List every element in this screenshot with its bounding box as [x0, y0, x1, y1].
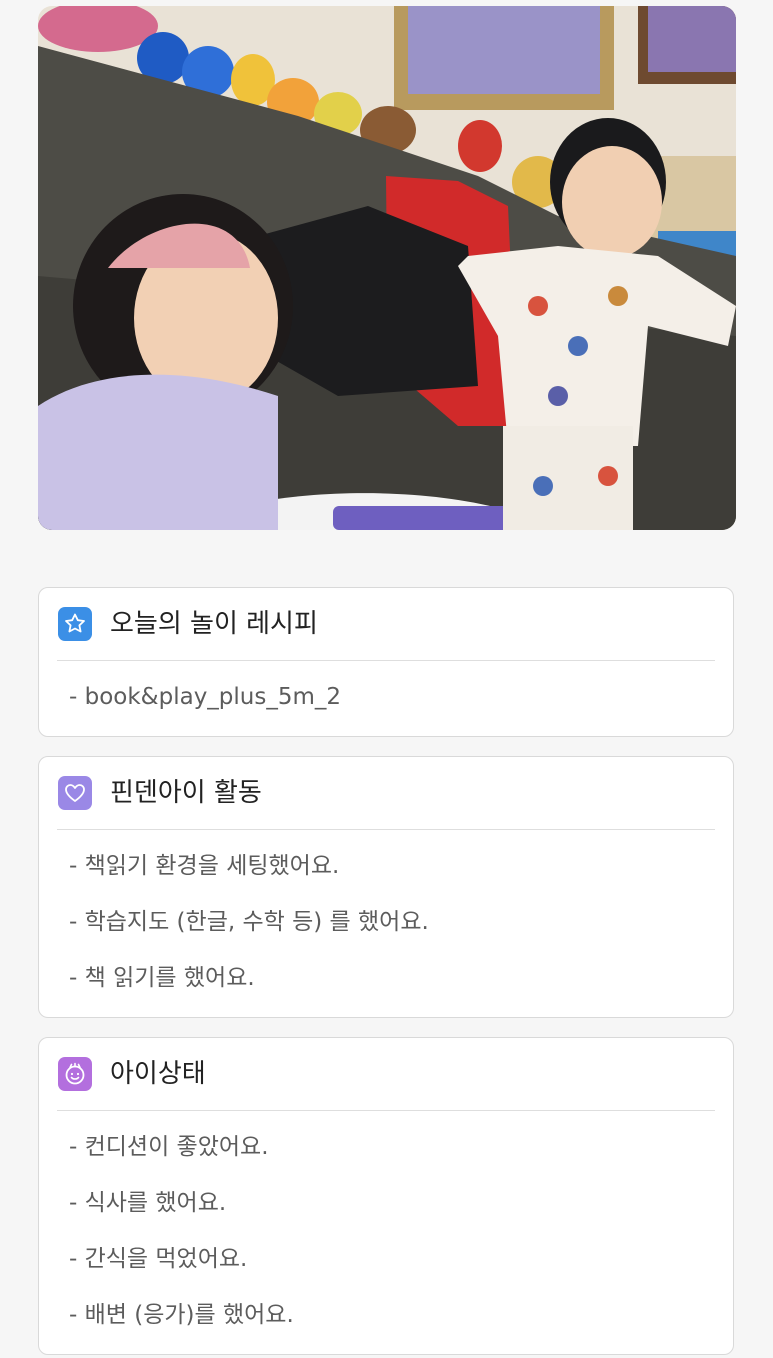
list-item: - book&play_plus_5m_2	[69, 684, 342, 710]
card-title: 아이상태	[110, 1059, 206, 1089]
list-item: - 식사를 했어요.	[69, 1190, 227, 1216]
list-item: - 간식을 먹었어요.	[69, 1246, 248, 1272]
card-body: - 컨디션이 좋았어요. - 식사를 했어요. - 간식을 먹었어요. - 배변…	[39, 1111, 733, 1355]
list-item: - 책 읽기를 했어요.	[69, 965, 255, 991]
card-header: 핀덴아이 활동	[57, 757, 715, 830]
star-icon	[58, 607, 92, 641]
list-item: - 컨디션이 좋았어요.	[69, 1134, 269, 1160]
list-item: - 배변 (응가)를 했어요.	[69, 1302, 294, 1328]
pinden-activity-card: 핀덴아이 활동 - 책읽기 환경을 세팅했어요. - 학습지도 (한글, 수학 …	[38, 756, 734, 1018]
list-item: - 학습지도 (한글, 수학 등) 를 했어요.	[69, 909, 429, 935]
card-body: - book&play_plus_5m_2	[39, 661, 733, 737]
activity-photo	[38, 6, 736, 530]
list-item: - 책읽기 환경을 세팅했어요.	[69, 853, 340, 879]
card-header: 아이상태	[57, 1038, 715, 1111]
heart-icon	[58, 776, 92, 810]
smiley-face-icon	[58, 1057, 92, 1091]
card-body: - 책읽기 환경을 세팅했어요. - 학습지도 (한글, 수학 등) 를 했어요…	[39, 830, 733, 1018]
child-status-card: 아이상태 - 컨디션이 좋았어요. - 식사를 했어요. - 간식을 먹었어요.…	[38, 1037, 734, 1355]
card-title: 핀덴아이 활동	[110, 778, 262, 808]
card-title: 오늘의 놀이 레시피	[110, 609, 318, 639]
card-header: 오늘의 놀이 레시피	[57, 588, 715, 661]
play-recipe-card: 오늘의 놀이 레시피 - book&play_plus_5m_2	[38, 587, 734, 737]
